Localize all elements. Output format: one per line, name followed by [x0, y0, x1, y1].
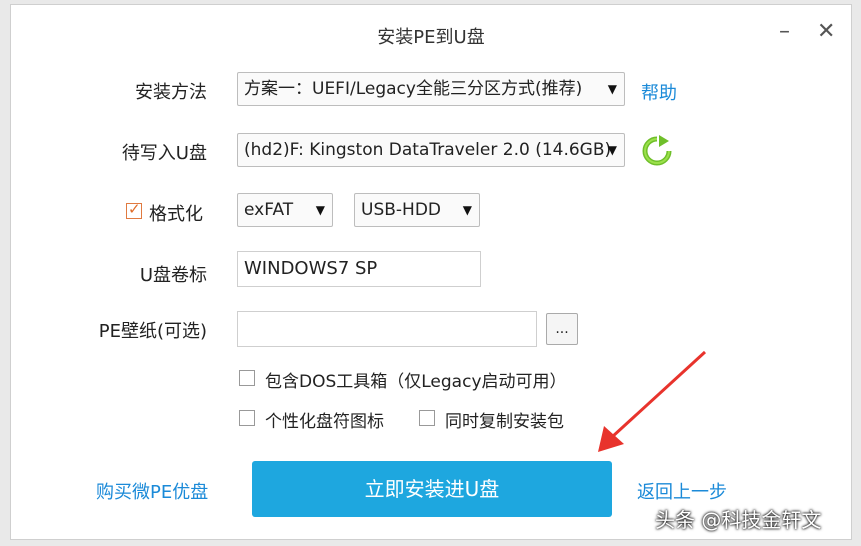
- copy-installer-checkbox[interactable]: [419, 410, 435, 426]
- install-method-select[interactable]: 方案一：UEFI/Legacy全能三分区方式(推荐) ▼: [237, 72, 625, 106]
- dos-tools-checkbox[interactable]: [239, 370, 255, 386]
- volume-label-label: U盘卷标: [139, 265, 207, 286]
- window-title: 安装PE到U盘: [377, 27, 485, 48]
- help-link[interactable]: 帮助: [641, 79, 677, 105]
- target-disk-label: 待写入U盘: [121, 143, 207, 164]
- dos-tools-label: 包含DOS工具箱（仅Legacy启动可用）: [265, 372, 567, 392]
- back-link[interactable]: 返回上一步: [637, 478, 727, 504]
- install-method-label: 安装方法: [135, 82, 207, 103]
- wallpaper-input[interactable]: [237, 311, 537, 347]
- install-method-value: 方案一：UEFI/Legacy全能三分区方式(推荐): [244, 79, 583, 99]
- personalize-icon-label: 个性化盘符图标: [265, 412, 384, 432]
- wallpaper-label: PE壁纸(可选): [98, 321, 207, 342]
- watermark: 头条 @科技金轩文: [655, 508, 822, 532]
- install-button[interactable]: 立即安装进U盘: [252, 461, 612, 517]
- installer-window: 安装PE到U盘 – ✕ 安装方法 方案一：UEFI/Legacy全能三分区方式(…: [10, 4, 852, 540]
- chevron-down-icon: ▼: [315, 203, 325, 217]
- volume-label-input[interactable]: WINDOWS7 SP: [237, 251, 481, 287]
- format-checkbox[interactable]: ✓: [126, 200, 142, 219]
- target-disk-value: (hd2)F: Kingston DataTraveler 2.0 (14.6G…: [244, 140, 612, 160]
- copy-installer-label: 同时复制安装包: [445, 412, 564, 432]
- close-button[interactable]: ✕: [817, 19, 835, 44]
- buy-usb-link[interactable]: 购买微PE优盘: [96, 478, 208, 504]
- boot-mode-value: USB-HDD: [361, 200, 441, 220]
- refresh-icon[interactable]: [641, 135, 673, 167]
- browse-button[interactable]: ...: [546, 313, 578, 345]
- filesystem-value: exFAT: [244, 200, 294, 220]
- boot-mode-select[interactable]: USB-HDD ▼: [354, 193, 480, 227]
- filesystem-select[interactable]: exFAT ▼: [237, 193, 333, 227]
- chevron-down-icon: ▼: [607, 143, 617, 157]
- personalize-icon-checkbox[interactable]: [239, 410, 255, 426]
- minimize-button[interactable]: –: [779, 19, 790, 44]
- target-disk-select[interactable]: (hd2)F: Kingston DataTraveler 2.0 (14.6G…: [237, 133, 625, 167]
- chevron-down-icon: ▼: [462, 203, 472, 217]
- chevron-down-icon: ▼: [607, 82, 617, 96]
- format-label: 格式化: [149, 204, 203, 225]
- checkmark-icon: ✓: [128, 200, 141, 218]
